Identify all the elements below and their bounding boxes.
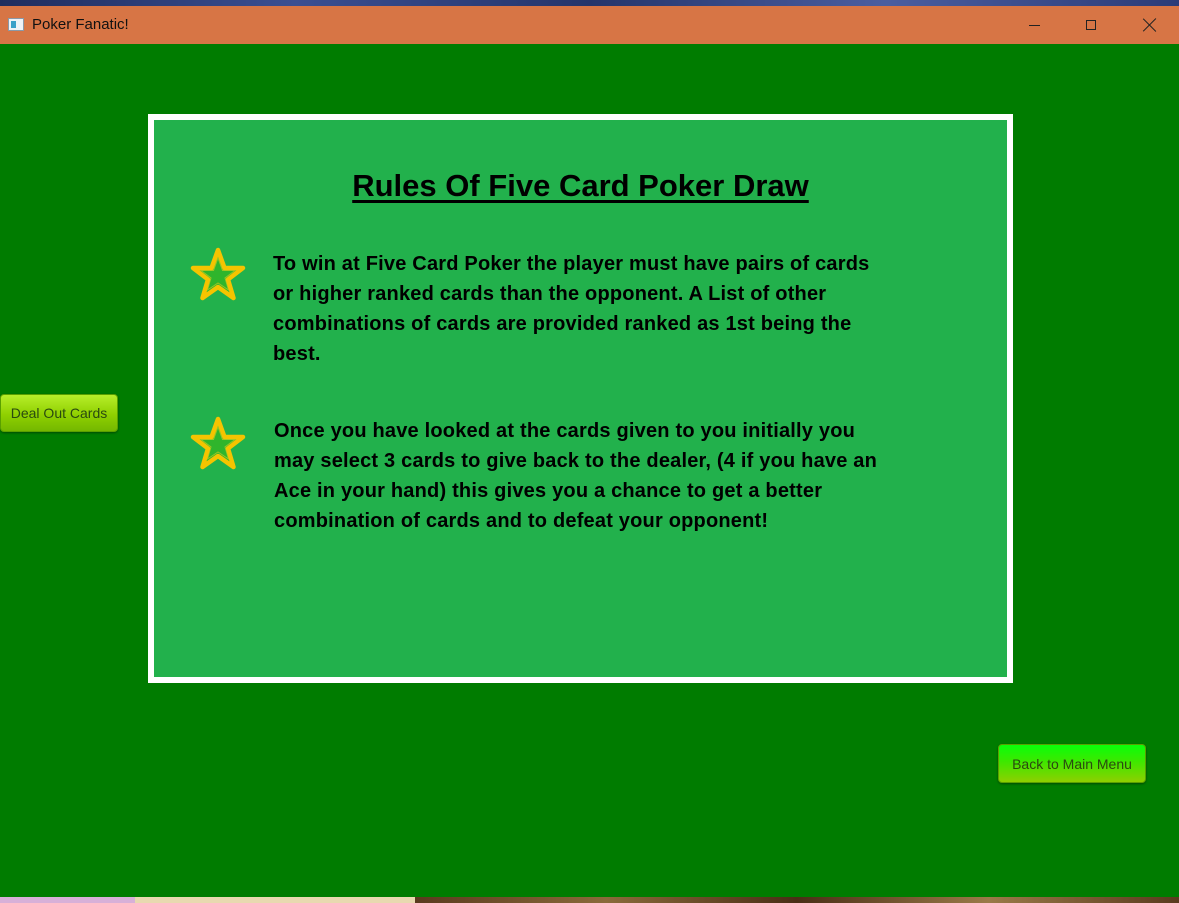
rule-item-2: Once you have looked at the cards given …: [274, 420, 878, 532]
title-bar[interactable]: Poker Fanatic!: [0, 6, 1179, 44]
app-window: Poker Fanatic! Rules Of Five Card Poker …: [0, 6, 1179, 897]
star-icon: [190, 416, 246, 470]
desktop-background-bottom: [0, 897, 1179, 903]
deal-out-cards-button[interactable]: Deal Out Cards: [0, 394, 118, 432]
window-title: Poker Fanatic!: [32, 16, 129, 33]
app-icon: [8, 18, 24, 31]
maximize-button[interactable]: [1068, 6, 1114, 44]
minimize-icon: [1028, 24, 1040, 26]
close-icon: [1143, 18, 1157, 32]
rules-title: Rules Of Five Card Poker Draw: [352, 168, 809, 203]
rules-panel: Rules Of Five Card Poker Draw To win at …: [148, 114, 1013, 683]
back-to-main-menu-button[interactable]: Back to Main Menu: [998, 744, 1146, 783]
rule-item-1: To win at Five Card Poker the player mus…: [273, 253, 870, 365]
star-icon: [190, 247, 246, 301]
maximize-icon: [1086, 20, 1096, 30]
minimize-button[interactable]: [1011, 6, 1057, 44]
close-button[interactable]: [1127, 6, 1173, 44]
